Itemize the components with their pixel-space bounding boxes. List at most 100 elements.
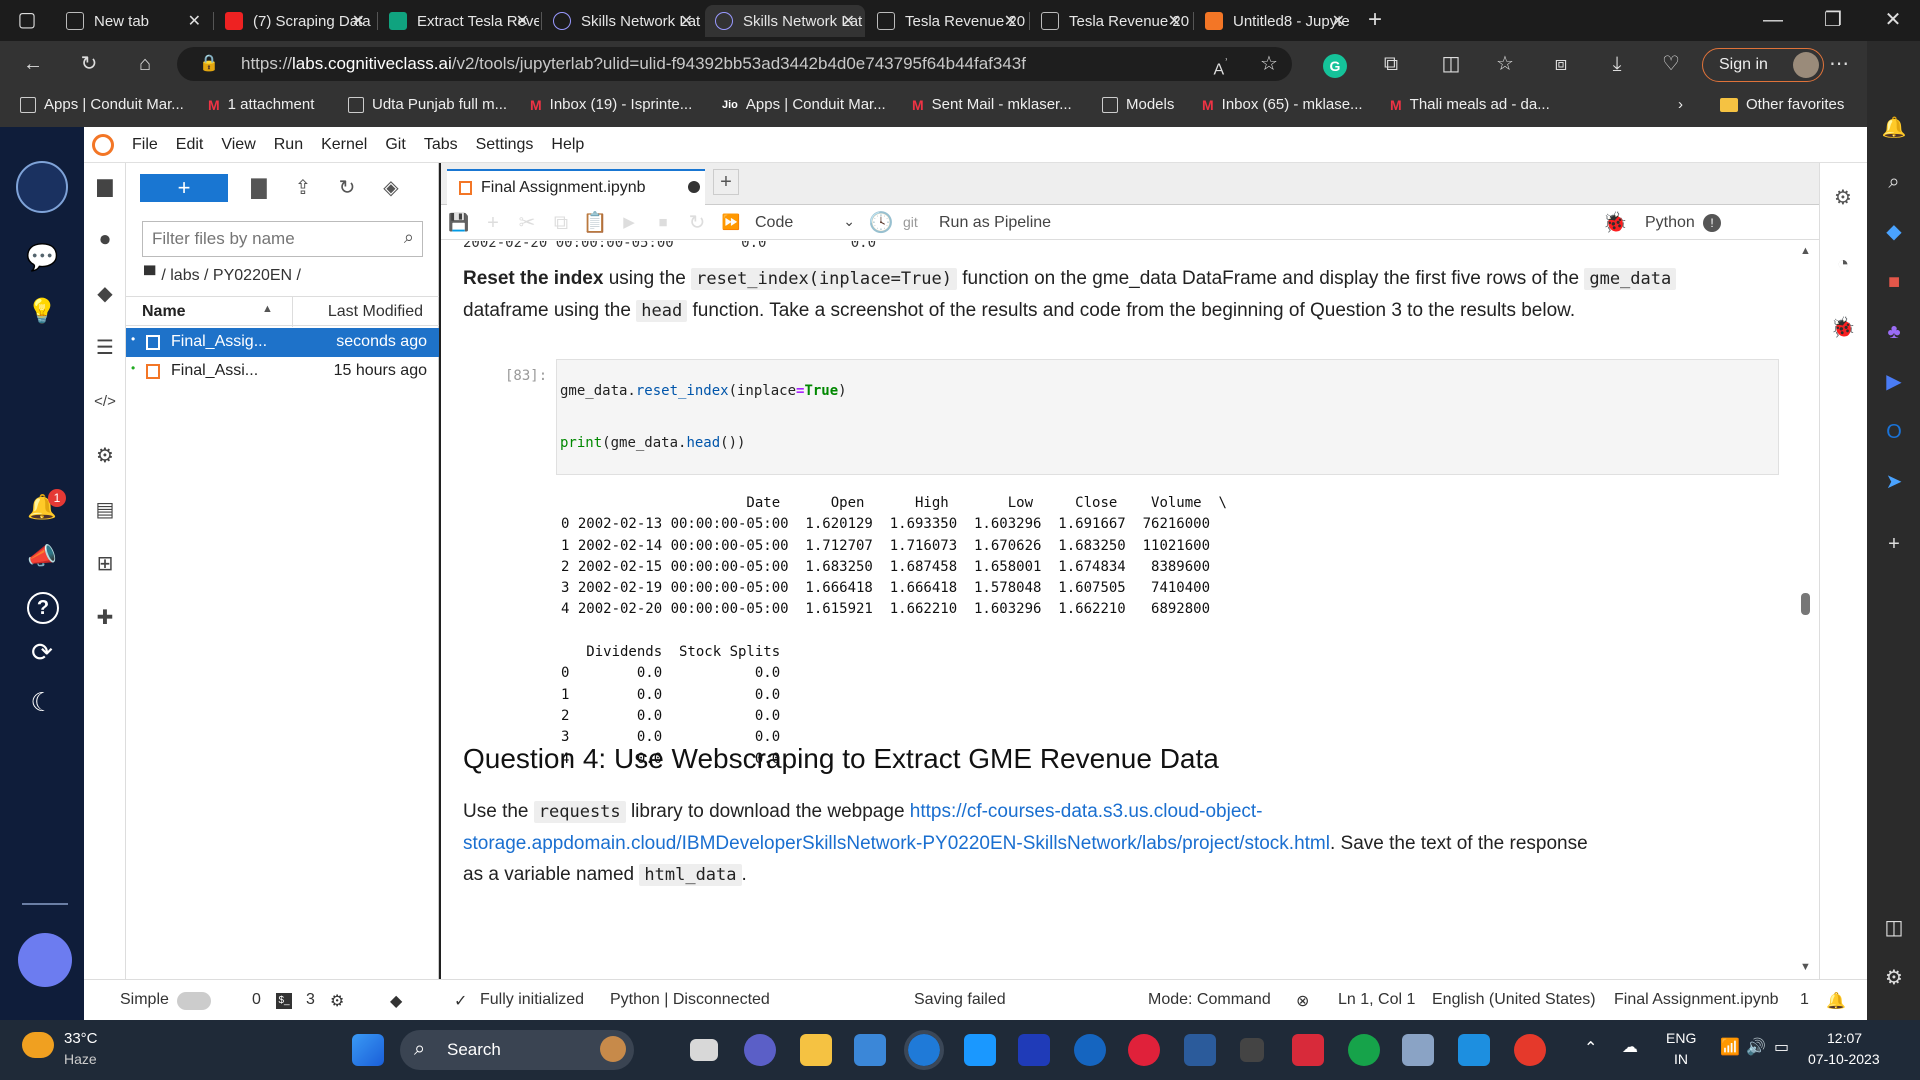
bookmark-item[interactable]: Apps | Conduit Mar... (20, 96, 184, 113)
microsoft-store-icon[interactable] (854, 1034, 886, 1066)
copilot-icon[interactable]: ▶ (1879, 367, 1909, 397)
skills-network-logo[interactable] (16, 161, 68, 213)
code-snippet-icon[interactable]: </> (90, 387, 120, 417)
close-icon[interactable]: ✕ (516, 11, 529, 31)
bookmark-item[interactable]: M 1 attachment (208, 96, 314, 113)
breadcrumb-path[interactable]: / labs / PY0220EN / (161, 267, 301, 285)
windows-start-icon[interactable] (352, 1034, 384, 1066)
run-icon[interactable]: ▶ (615, 208, 643, 238)
tag-icon[interactable]: ◆ (1879, 217, 1909, 247)
refresh-icon[interactable]: ↻ (74, 49, 104, 79)
running-stop-icon[interactable]: ⏺ (90, 225, 120, 255)
extension-manager-icon[interactable]: ✚ (90, 603, 120, 633)
file-row-selected[interactable]: • Final_Assig... seconds ago (126, 328, 439, 357)
paste-icon[interactable]: 📋 (581, 208, 609, 238)
back-icon[interactable]: ← (18, 49, 48, 79)
close-icon[interactable]: ✕ (680, 11, 693, 31)
notification-bell-icon[interactable]: 🔔 (1826, 991, 1846, 1011)
performance-icon[interactable]: ♡ (1656, 49, 1686, 79)
sign-in-button[interactable]: Sign in (1702, 48, 1824, 82)
sync-icon[interactable]: ⟳ (26, 637, 58, 667)
close-icon[interactable]: ✕ (1004, 11, 1017, 31)
sidebar-toggle-icon[interactable]: ◫ (1879, 913, 1909, 943)
clock-icon[interactable]: 🕓 (867, 208, 895, 238)
git-diff-icon[interactable]: git (903, 214, 918, 230)
favorites-icon[interactable]: ☆ (1490, 49, 1520, 79)
chat-app-icon[interactable] (1292, 1034, 1324, 1066)
simple-mode-toggle[interactable] (177, 992, 211, 1010)
tab-untitled8[interactable]: Untitled8 - Jupyte ✕ (1195, 5, 1355, 37)
wifi-icon[interactable]: 📶 (1720, 1037, 1740, 1057)
address-bar[interactable]: 🔒 https://labs.cognitiveclass.ai/v2/tool… (177, 47, 1292, 81)
tab-skills-network-1[interactable]: Skills Network Lat ✕ (543, 5, 703, 37)
scroll-up-icon[interactable]: ▲ (1800, 245, 1811, 257)
teams-icon[interactable] (744, 1034, 776, 1066)
close-icon[interactable]: ✕ (842, 11, 855, 31)
stop-icon[interactable]: ■ (649, 208, 677, 238)
window-close-icon[interactable]: ✕ (1878, 5, 1908, 35)
notebook-scrollbar[interactable]: ▲ ▼ (1797, 241, 1815, 979)
menu-kernel[interactable]: Kernel (321, 136, 367, 154)
grammarly-icon[interactable]: G (1323, 54, 1347, 78)
components-icon[interactable]: ⊞ (90, 549, 120, 579)
bookmark-item[interactable]: M Inbox (19) - Isprinte... (530, 96, 692, 113)
name-column-header[interactable]: Name (142, 303, 186, 321)
games-icon[interactable]: ♣ (1879, 317, 1909, 347)
chrome-icon[interactable] (1514, 1034, 1546, 1066)
menu-tabs[interactable]: Tabs (424, 136, 458, 154)
telegram-icon[interactable]: ➤ (1879, 467, 1909, 497)
scrollbar-thumb[interactable] (1801, 593, 1810, 615)
modified-column-header[interactable]: Last Modified (328, 303, 423, 321)
menu-help[interactable]: Help (551, 136, 584, 154)
file-row[interactable]: • Final_Assi... 15 hours ago (126, 357, 439, 386)
file-explorer-icon[interactable] (800, 1034, 832, 1066)
megaphone-icon[interactable]: 📣 (26, 542, 58, 572)
lsp-status[interactable]: Fully initialized (480, 991, 584, 1009)
new-folder-icon[interactable]: ▇ (244, 173, 274, 203)
add-icon[interactable]: + (1879, 529, 1909, 559)
cursor-position[interactable]: Ln 1, Col 1 (1338, 991, 1415, 1009)
minimize-icon[interactable]: — (1758, 5, 1788, 35)
prime-video-icon[interactable] (964, 1034, 996, 1066)
home-icon[interactable]: ⌂ (130, 49, 160, 79)
menu-settings[interactable]: Settings (476, 136, 534, 154)
tab-extract-tesla[interactable]: Extract Tesla Reve ✕ (379, 5, 539, 37)
chat-icon[interactable]: 💬 (26, 242, 58, 272)
menu-view[interactable]: View (221, 136, 255, 154)
cloud-app-icon[interactable] (1184, 1034, 1216, 1066)
git-icon[interactable]: ◆ (90, 279, 120, 309)
search-icon[interactable]: ⌕ (1879, 167, 1909, 197)
code-cell[interactable]: gme_data.reset_index(inplace=True) print… (556, 359, 1779, 475)
restart-icon[interactable]: ↻ (683, 208, 711, 238)
maximize-icon[interactable]: ❐ (1818, 5, 1848, 35)
bookmark-item[interactable]: Udta Punjab full m... (348, 96, 507, 113)
resource-usage-icon[interactable]: ◔ (1828, 249, 1858, 279)
favorite-star-icon[interactable]: ☆ (1254, 49, 1284, 79)
amazon-music-icon[interactable] (1018, 1034, 1050, 1066)
collections-icon[interactable]: ⧈ (1546, 49, 1576, 79)
unsaved-dot-icon[interactable] (688, 181, 700, 193)
pinterest-icon[interactable] (1128, 1034, 1160, 1066)
edge-icon[interactable] (904, 1030, 944, 1070)
add-tab-icon[interactable]: + (713, 169, 739, 195)
kernel-name[interactable]: Python (1645, 214, 1695, 232)
file-filter-box[interactable]: ⌕ (142, 221, 423, 257)
close-icon[interactable]: ✕ (188, 11, 201, 31)
workspaces-icon[interactable]: ▢ (12, 5, 42, 35)
kernel-status[interactable]: Python | Disconnected (610, 991, 770, 1009)
bookmark-item[interactable]: M Thali meals ad - da... (1390, 96, 1550, 113)
trusted-shield-icon[interactable]: ⊗ (1296, 991, 1309, 1011)
user-avatar[interactable] (18, 933, 72, 987)
weather-temp[interactable]: 33°C (64, 1030, 98, 1047)
cut-icon[interactable]: ✂ (513, 208, 541, 238)
language-indicator[interactable]: ENG (1666, 1030, 1696, 1046)
git-branch-icon[interactable]: ◆ (390, 991, 402, 1011)
bookmark-item[interactable]: M Inbox (65) - mklase... (1202, 96, 1363, 113)
tray-chevron-up-icon[interactable]: ⌃ (1584, 1038, 1597, 1058)
terminal-count[interactable]: 3 (306, 991, 315, 1009)
bookmark-item[interactable]: Models (1102, 96, 1174, 113)
bell-icon[interactable]: 🔔 (1879, 113, 1909, 143)
downloads-icon[interactable]: ⤓ (1602, 49, 1632, 79)
insert-cell-icon[interactable]: + (479, 208, 507, 238)
upload-icon[interactable]: ⇪ (288, 173, 318, 203)
